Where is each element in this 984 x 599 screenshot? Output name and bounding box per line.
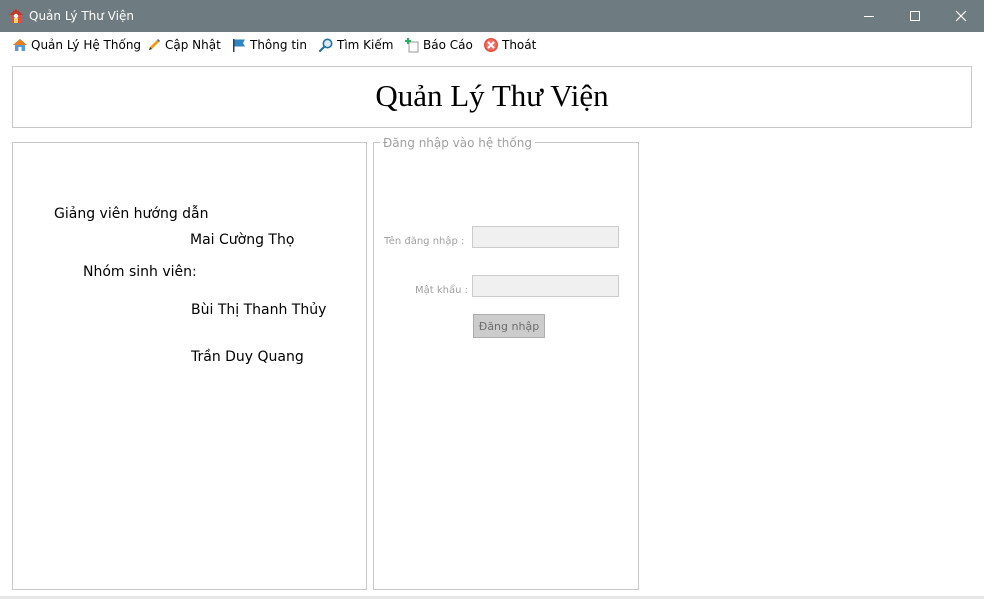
password-input[interactable] <box>472 275 619 297</box>
maximize-button[interactable] <box>892 0 938 32</box>
menu-item-info[interactable]: Thông tin <box>231 35 307 54</box>
add-document-icon <box>404 37 420 53</box>
menu-item-label: Quản Lý Hệ Thống <box>31 37 142 52</box>
menu-item-search[interactable]: Tìm Kiếm <box>318 35 393 54</box>
menu-item-label: Thoát <box>502 37 537 52</box>
menu-item-exit[interactable]: Thoát <box>483 35 536 54</box>
header-banner: Quản Lý Thư Viện <box>12 66 972 128</box>
menu-item-report[interactable]: Báo Cáo <box>404 35 473 54</box>
login-button[interactable]: Đăng nhập <box>473 314 545 338</box>
student-name-2: Trần Duy Quang <box>191 349 304 365</box>
title-bar[interactable]: Quản Lý Thư Viện <box>0 0 984 32</box>
window-title: Quản Lý Thư Viện <box>29 9 134 23</box>
username-input[interactable] <box>472 226 619 248</box>
login-groupbox: Đăng nhập vào hệ thống Tên đăng nhập : M… <box>373 136 639 590</box>
house-icon[interactable] <box>8 8 24 24</box>
exit-icon <box>483 37 499 53</box>
page-title: Quản Lý Thư Viện <box>375 78 609 113</box>
password-label: Mật khẩu : <box>415 285 468 296</box>
minimize-icon <box>864 16 874 17</box>
menu-item-label: Tìm Kiếm <box>337 37 394 52</box>
students-heading: Nhóm sinh viên: <box>83 264 197 280</box>
menu-bar: Quản Lý Hệ Thống Cập Nhật Thông tin Tìm … <box>0 32 984 56</box>
menu-item-label: Báo Cáo <box>423 37 473 52</box>
advisor-heading: Giảng viên hướng dẫn <box>54 206 209 222</box>
close-icon <box>955 10 967 22</box>
maximize-icon <box>910 11 920 21</box>
menu-item-label: Thông tin <box>250 37 307 52</box>
menu-item-update[interactable]: Cập Nhật <box>146 35 221 54</box>
student-name-1: Bùi Thị Thanh Thủy <box>191 302 327 318</box>
close-button[interactable] <box>938 0 984 32</box>
menu-item-system[interactable]: Quản Lý Hệ Thống <box>12 35 141 54</box>
menu-item-label: Cập Nhật <box>165 37 221 52</box>
login-legend: Đăng nhập vào hệ thống <box>380 136 535 150</box>
flag-icon <box>231 37 247 53</box>
minimize-button[interactable] <box>846 0 892 32</box>
magnifier-icon <box>318 37 334 53</box>
info-panel: Giảng viên hướng dẫn Mai Cường Thọ Nhóm … <box>12 142 367 590</box>
home-icon <box>12 37 28 53</box>
advisor-name: Mai Cường Thọ <box>190 232 295 248</box>
username-label: Tên đăng nhập : <box>384 236 465 247</box>
pencil-icon <box>146 37 162 53</box>
